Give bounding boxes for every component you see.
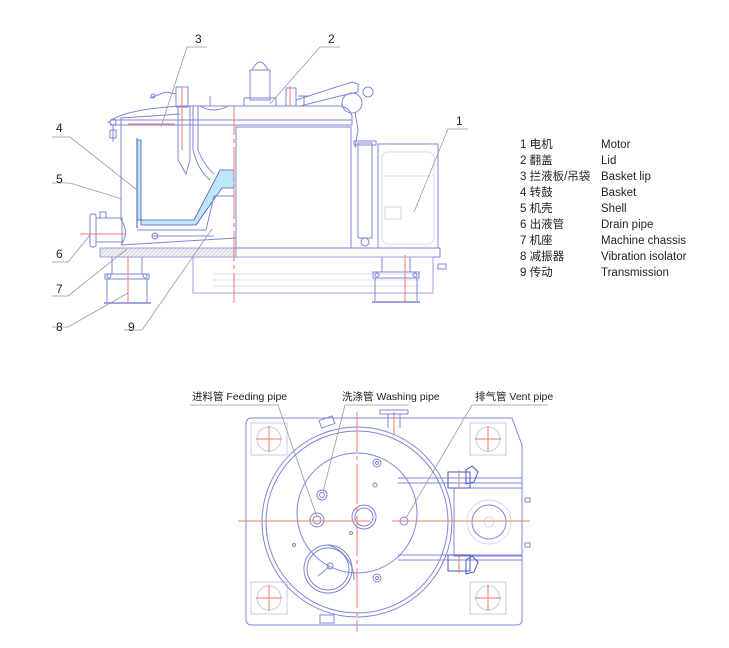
legend-num: 3 <box>520 171 527 183</box>
legend-num: 2 <box>520 155 527 167</box>
legend-en: Motor <box>601 139 631 151</box>
legend-num: 4 <box>520 187 527 199</box>
legend-num: 1 <box>520 139 527 151</box>
callout-leaders <box>52 46 468 331</box>
legend-cn: 翻盖 <box>529 155 553 167</box>
callout-5: 5 <box>56 172 63 186</box>
legend-cn: 减振器 <box>529 251 565 263</box>
legend-cn: 传动 <box>529 267 553 279</box>
callout-3: 3 <box>195 32 202 46</box>
motor-mount <box>453 487 523 557</box>
transmission-housing <box>192 256 434 294</box>
callout-4: 4 <box>56 121 63 135</box>
legend-en: Lid <box>601 155 617 167</box>
legend-en: Shell <box>601 203 627 215</box>
legend-num: 5 <box>520 203 527 215</box>
legend-cn: 电机 <box>529 139 553 151</box>
center-hub <box>351 504 377 530</box>
manhole <box>303 544 353 594</box>
legend-cn: 拦液板/吊袋 <box>529 171 591 183</box>
legend-en: Basket <box>601 187 637 199</box>
housing-right <box>235 126 352 249</box>
callout-numbers: 3 2 1 4 5 6 7 8 9 <box>56 32 463 334</box>
side-view <box>89 61 447 304</box>
basket <box>136 139 235 226</box>
lid-cylinder <box>353 111 377 249</box>
legend-en: Vibration isolator <box>601 251 687 263</box>
washing-pipe-label: 洗涤管 Washing pipe <box>342 390 440 403</box>
washing-pipe <box>316 489 328 501</box>
legend-num: 7 <box>520 235 527 247</box>
callout-6: 6 <box>56 247 63 261</box>
legend-num: 8 <box>520 251 527 263</box>
legend-cn: 出液管 <box>529 219 565 231</box>
drain-pipe <box>95 217 123 243</box>
callout-2: 2 <box>328 32 335 46</box>
motor <box>377 143 447 270</box>
vent-pipe-label: 排气管 Vent pipe <box>475 390 553 403</box>
legend-cn: 机座 <box>529 235 553 247</box>
legend-num: 6 <box>520 219 527 231</box>
machine-chassis <box>99 247 237 258</box>
callout-9: 9 <box>128 320 135 334</box>
feeding-pipe <box>309 512 325 528</box>
legend-en: Machine chassis <box>601 235 687 247</box>
legend-en: Basket lip <box>601 171 651 183</box>
centrifuge-diagram: 3 2 1 4 5 6 7 8 9 进料管 Feeding pipe 洗涤管 W… <box>52 32 553 632</box>
legend-en: Drain pipe <box>601 219 654 231</box>
callout-7: 7 <box>56 282 63 296</box>
callout-8: 8 <box>56 320 63 334</box>
legend-cn: 转鼓 <box>529 187 553 199</box>
legend-en: Transmission <box>601 267 669 279</box>
legend-num: 9 <box>520 267 527 279</box>
legend-cn: 机壳 <box>529 203 553 215</box>
feeding-pipe-label: 进料管 Feeding pipe <box>192 390 287 403</box>
callout-1: 1 <box>456 114 463 128</box>
top-view <box>245 409 531 626</box>
top-center-lines <box>238 412 530 632</box>
lid <box>107 61 374 126</box>
